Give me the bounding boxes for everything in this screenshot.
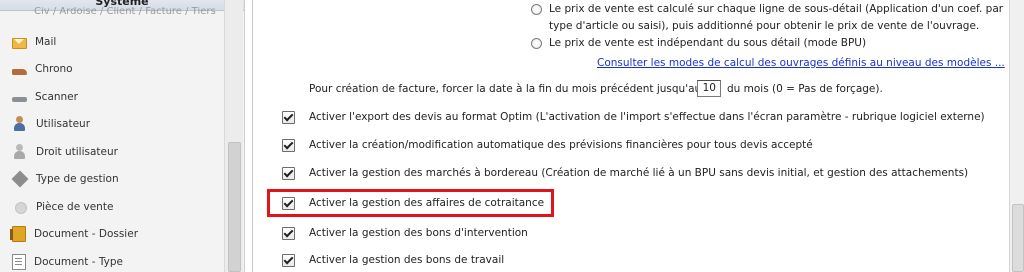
management-type-icon bbox=[11, 170, 29, 188]
checkbox-bons-travail-label: Activer la gestion des bons de travail bbox=[309, 254, 505, 266]
radio-calc-per-line[interactable] bbox=[531, 4, 542, 15]
checkbox-previsions-financieres-label: Activer la création/modification automat… bbox=[309, 139, 813, 151]
user-icon bbox=[12, 116, 28, 132]
sidebar-item-label: Chrono bbox=[35, 63, 73, 76]
sidebar-item-label: Utilisateur bbox=[36, 118, 91, 131]
checkbox-bons-intervention[interactable] bbox=[282, 227, 295, 240]
sidebar-item-label: Pièce de vente bbox=[36, 200, 114, 213]
sidebar-item-scanner[interactable]: Scanner bbox=[0, 83, 224, 111]
facture-date-suffix: du mois (0 = Pas de forçage). bbox=[727, 83, 883, 95]
checkbox-affaires-cotraitance-label: Activer la gestion des affaires de cotra… bbox=[309, 197, 545, 209]
sidebar-item-label: Document - Type bbox=[34, 255, 123, 268]
sidebar-item-type-de-gestion[interactable]: Type de gestion bbox=[0, 166, 224, 194]
main-scrollbar[interactable] bbox=[1009, 0, 1024, 272]
facture-day-input[interactable]: 10 bbox=[697, 80, 721, 97]
options-panel: Le prix de vente est calculé sur chaque … bbox=[252, 0, 1010, 272]
chrono-icon bbox=[12, 68, 27, 75]
folder-document-icon bbox=[10, 226, 26, 243]
sidebar-item-piece-de-vente[interactable]: Pièce de vente bbox=[0, 193, 224, 221]
facture-date-label: Pour création de facture, forcer la date… bbox=[309, 83, 702, 95]
sidebar-item-document-type[interactable]: Document - Type bbox=[0, 248, 224, 272]
checkbox-export-optim[interactable] bbox=[282, 111, 295, 124]
radio-price-independent-label: Le prix de vente est indépendant du sous… bbox=[549, 37, 867, 49]
document-type-icon bbox=[12, 253, 26, 270]
checkbox-export-optim-label: Activer l'export des devis au format Opt… bbox=[309, 111, 985, 123]
radio-calc-per-line-label-line1: Le prix de vente est calculé sur chaque … bbox=[549, 3, 1004, 15]
radio-calc-per-line-label-line2: type d'article ou saisi), puis additionn… bbox=[549, 20, 980, 32]
checkbox-affaires-cotraitance[interactable] bbox=[282, 197, 295, 210]
checkbox-bons-travail[interactable] bbox=[282, 254, 295, 267]
scanner-icon bbox=[12, 97, 27, 103]
main-scrollbar-thumb[interactable] bbox=[1012, 204, 1024, 272]
sidebar-item-label: Document - Dossier bbox=[34, 228, 139, 241]
sidebar-item-droit-utilisateur[interactable]: Droit utilisateur bbox=[0, 138, 224, 166]
checkbox-bons-intervention-label: Activer la gestion des bons d'interventi… bbox=[309, 227, 528, 239]
sidebar-item-utilisateur[interactable]: Utilisateur bbox=[0, 111, 224, 139]
sidebar-item-label: Type de gestion bbox=[36, 173, 119, 186]
checkbox-marches-bordereau[interactable] bbox=[282, 167, 295, 180]
mail-icon bbox=[12, 37, 27, 49]
radio-price-independent[interactable] bbox=[531, 38, 542, 49]
sidebar-item-chrono[interactable]: Chrono bbox=[0, 56, 224, 84]
sidebar-item-document-dossier[interactable]: Document - Dossier bbox=[0, 221, 224, 249]
sales-document-icon bbox=[12, 199, 28, 215]
sidebar-partial-text: Civ / Ardoise / Client / Facture / Tiers bbox=[34, 7, 216, 17]
sidebar-item-label: Scanner bbox=[35, 90, 78, 103]
sidebar-item-mail[interactable]: Mail bbox=[0, 28, 224, 56]
checkbox-previsions-financieres[interactable] bbox=[282, 139, 295, 152]
sidebar-scrollbar-thumb[interactable] bbox=[228, 142, 241, 272]
user-rights-icon bbox=[12, 143, 28, 160]
sidebar: Système Civ / Ardoise / Client / Facture… bbox=[0, 0, 245, 272]
sidebar-item-label: Droit utilisateur bbox=[36, 145, 118, 158]
sidebar-scrollbar[interactable] bbox=[224, 0, 243, 272]
sidebar-list: Mail Chrono Scanner Utilisateur Droit ut… bbox=[0, 28, 224, 272]
sidebar-item-label: Mail bbox=[35, 35, 57, 48]
checkbox-marches-bordereau-label: Activer la gestion des marchés à bordere… bbox=[309, 167, 969, 179]
consult-calc-modes-link[interactable]: Consulter les modes de calcul des ouvrag… bbox=[597, 57, 1005, 69]
